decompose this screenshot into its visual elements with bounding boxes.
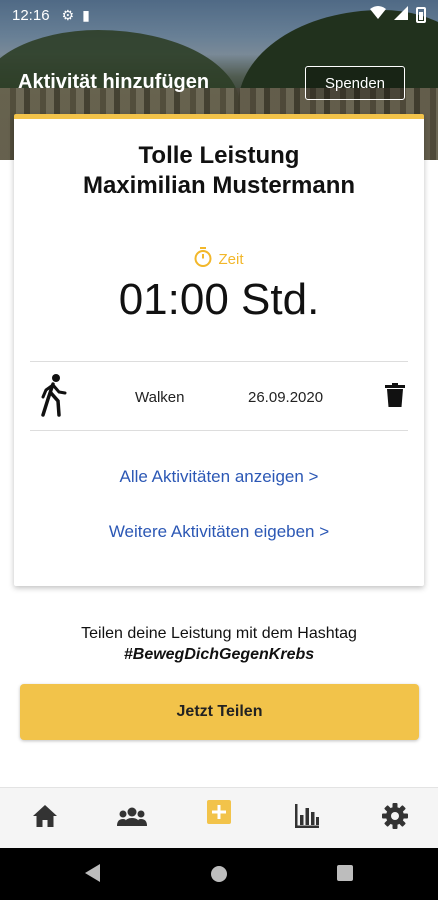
duration-value: 01:00 Std.: [118, 275, 320, 324]
battery-icon: [416, 7, 426, 23]
nav-add-activity[interactable]: [189, 788, 249, 848]
group-icon: [117, 806, 147, 831]
sd-card-icon: ▮: [82, 6, 90, 23]
time-label-row: Zeit: [14, 247, 424, 271]
nav-home[interactable]: [15, 788, 75, 848]
home-circle-icon[interactable]: [211, 866, 227, 882]
status-bar: 12:16 ⚙ ▮: [0, 0, 438, 30]
activity-summary-card: Tolle Leistung Maximilian Mustermann Zei…: [14, 114, 424, 586]
share-description: Teilen deine Leistung mit dem Hashtag: [81, 625, 357, 642]
delete-trash-icon[interactable]: [385, 383, 405, 412]
time-label: Zeit: [218, 250, 244, 268]
settings-status-icon: ⚙: [61, 6, 75, 23]
share-now-button[interactable]: Jetzt Teilen: [20, 684, 419, 740]
home-icon: [32, 804, 58, 833]
divider: [30, 430, 408, 431]
stopwatch-icon: [194, 247, 212, 271]
add-icon: [207, 800, 231, 829]
activity-type: Walken: [135, 389, 185, 406]
back-icon[interactable]: [85, 864, 100, 882]
hashtag-text: #BewegDichGegenKrebs: [123, 646, 315, 663]
show-all-activities-link[interactable]: Alle Aktivitäten anzeigen >: [14, 467, 424, 487]
activity-date: 26.09.2020: [248, 389, 324, 406]
signal-icon: [394, 6, 408, 24]
activity-row: Walken 26.09.2020: [30, 363, 408, 431]
nav-settings[interactable]: [365, 788, 425, 848]
settings-icon: [382, 802, 408, 834]
donate-button[interactable]: Spenden: [305, 66, 405, 100]
add-more-activities-link[interactable]: Weitere Aktivitäten eigeben >: [14, 522, 424, 542]
bottom-navigation: [0, 787, 438, 848]
card-title-line1: Tolle Leistung: [138, 142, 300, 169]
system-navigation-bar: [0, 848, 438, 900]
status-time: 12:16: [12, 6, 50, 24]
divider: [30, 361, 408, 362]
page-title: Aktivität hinzufügen: [18, 71, 210, 93]
nav-community[interactable]: [102, 788, 162, 848]
card-title: Tolle Leistung Maximilian Mustermann: [14, 141, 424, 201]
card-title-line2: Maximilian Mustermann: [82, 172, 356, 199]
walking-icon: [38, 373, 68, 422]
recent-apps-icon[interactable]: [337, 865, 353, 881]
stats-icon: [294, 803, 320, 834]
nav-statistics[interactable]: [277, 788, 337, 848]
wifi-icon: [370, 6, 386, 24]
